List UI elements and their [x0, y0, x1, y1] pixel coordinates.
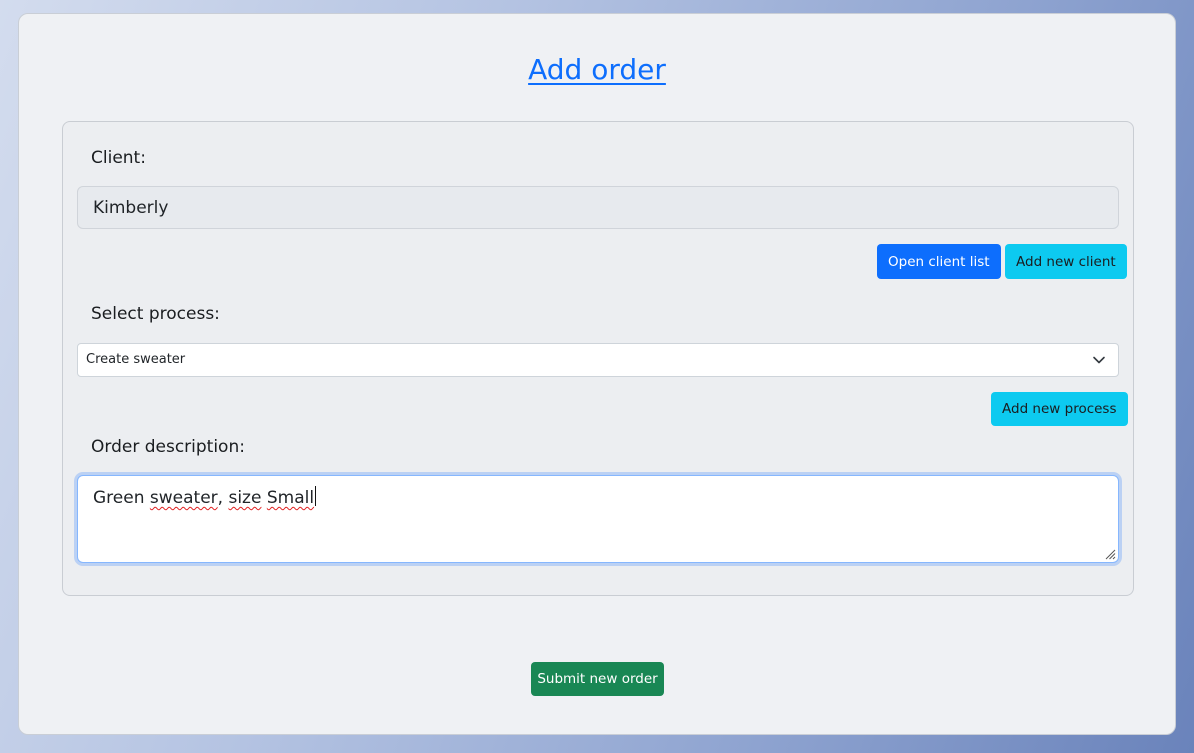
description-text-part: ,	[217, 488, 229, 508]
process-select[interactable]: Create sweater	[77, 343, 1119, 377]
text-caret	[315, 486, 317, 506]
process-label: Select process:	[91, 304, 220, 324]
misspelled-word: size	[228, 488, 262, 508]
process-select-value: Create sweater	[86, 352, 186, 367]
misspelled-word: Small	[266, 488, 315, 508]
add-new-client-button[interactable]: Add new client	[1005, 244, 1127, 279]
resize-handle-icon[interactable]	[1104, 548, 1116, 560]
order-description-textarea[interactable]: Green sweater, size Small	[77, 475, 1119, 563]
description-text-part: Green	[93, 488, 150, 508]
description-label: Order description:	[91, 437, 245, 457]
order-card: Add order Client: Open client list Add n…	[18, 13, 1176, 735]
client-label: Client:	[91, 148, 146, 168]
misspelled-word: sweater	[149, 488, 218, 508]
page-title-link[interactable]: Add order	[19, 50, 1175, 90]
client-field[interactable]	[77, 186, 1119, 229]
submit-order-button[interactable]: Submit new order	[531, 662, 664, 696]
open-client-list-button[interactable]: Open client list	[877, 244, 1001, 279]
order-form-panel: Client: Open client list Add new client …	[62, 121, 1134, 596]
add-new-process-button[interactable]: Add new process	[991, 392, 1128, 426]
chevron-down-icon	[1093, 356, 1105, 364]
